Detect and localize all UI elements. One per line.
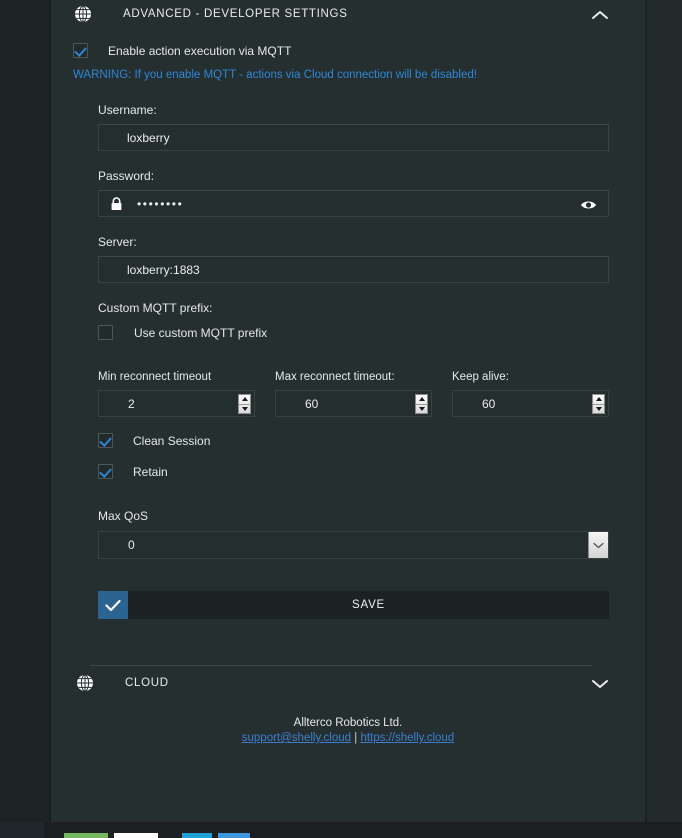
left-gutter: [0, 0, 49, 822]
min-reconnect-timeout-label: Min reconnect timeout: [98, 371, 255, 383]
keep-alive-value: 60: [453, 397, 495, 411]
os-taskbar[interactable]: [0, 822, 682, 838]
lock-icon: [110, 197, 123, 211]
taskbar-window-item[interactable]: [64, 833, 108, 838]
timeouts-row: Min reconnect timeout 2 Max reconnect ti…: [98, 371, 609, 417]
taskbar-window-item[interactable]: [218, 833, 250, 838]
min-reconnect-timeout-value: 2: [99, 397, 135, 411]
footer-separator: |: [354, 732, 357, 744]
eye-icon[interactable]: [580, 198, 597, 210]
right-pane: [647, 0, 682, 822]
app-screen: ADVANCED - DEVELOPER SETTINGS Enable act…: [0, 0, 682, 838]
footer-links: support@shelly.cloud | https://shelly.cl…: [51, 732, 645, 744]
footer-website-link[interactable]: https://shelly.cloud: [360, 732, 454, 744]
footer-company: Allterco Robotics Ltd.: [51, 717, 645, 729]
retain-row[interactable]: Retain: [98, 464, 609, 479]
username-input[interactable]: loxberry: [98, 124, 609, 151]
footer-email-link[interactable]: support@shelly.cloud: [242, 732, 351, 744]
password-input[interactable]: ••••••••: [98, 190, 609, 217]
keep-alive-stepper[interactable]: [592, 394, 605, 414]
password-label: Password:: [98, 169, 609, 183]
check-icon[interactable]: [98, 591, 128, 619]
enable-mqtt-label: Enable action execution via MQTT: [108, 44, 291, 58]
keep-alive-input[interactable]: 60: [452, 390, 609, 417]
stepper-up-icon[interactable]: [416, 395, 427, 404]
section-header-cloud[interactable]: CLOUD: [51, 666, 645, 700]
stepper-down-icon[interactable]: [593, 404, 604, 414]
max-qos-select[interactable]: 0: [98, 531, 609, 559]
section-title: ADVANCED - DEVELOPER SETTINGS: [123, 8, 348, 20]
use-custom-prefix-checkbox[interactable]: [98, 325, 113, 340]
cloud-section-title: CLOUD: [125, 677, 169, 689]
section-body: Enable action execution via MQTT WARNING…: [51, 43, 645, 666]
server-value: loxberry:1883: [99, 263, 200, 277]
enable-mqtt-checkbox[interactable]: [73, 43, 88, 58]
clean-session-label: Clean Session: [133, 434, 210, 448]
min-reconnect-timeout-field: Min reconnect timeout 2: [98, 371, 255, 417]
keep-alive-label: Keep alive:: [452, 371, 609, 383]
max-reconnect-timeout-field: Max reconnect timeout: 60: [275, 371, 432, 417]
min-reconnect-timeout-input[interactable]: 2: [98, 390, 255, 417]
enable-mqtt-row[interactable]: Enable action execution via MQTT: [73, 43, 609, 58]
footer: Allterco Robotics Ltd. support@shelly.cl…: [51, 717, 645, 744]
keep-alive-field: Keep alive: 60: [452, 371, 609, 417]
taskbar-window-item[interactable]: [114, 833, 158, 838]
max-reconnect-timeout-label: Max reconnect timeout:: [275, 371, 432, 383]
save-row[interactable]: SAVE: [98, 591, 609, 619]
stepper-up-icon[interactable]: [593, 395, 604, 404]
taskbar-start-button[interactable]: [0, 822, 44, 838]
username-value: loxberry: [99, 131, 170, 145]
stepper-up-icon[interactable]: [239, 395, 250, 404]
min-reconnect-timeout-stepper[interactable]: [238, 394, 251, 414]
globe-icon: [76, 674, 94, 692]
max-reconnect-timeout-stepper[interactable]: [415, 394, 428, 414]
max-qos-label: Max QoS: [98, 509, 609, 523]
server-input[interactable]: loxberry:1883: [98, 256, 609, 283]
max-reconnect-timeout-input[interactable]: 60: [275, 390, 432, 417]
section-header-advanced[interactable]: ADVANCED - DEVELOPER SETTINGS: [51, 0, 645, 28]
server-label: Server:: [98, 235, 609, 249]
password-value: ••••••••: [137, 197, 183, 211]
stepper-down-icon[interactable]: [416, 404, 427, 414]
use-custom-prefix-label: Use custom MQTT prefix: [134, 326, 267, 340]
save-button[interactable]: SAVE: [128, 591, 609, 619]
globe-icon: [74, 5, 92, 23]
retain-checkbox[interactable]: [98, 464, 113, 479]
clean-session-row[interactable]: Clean Session: [98, 433, 609, 448]
use-custom-prefix-row[interactable]: Use custom MQTT prefix: [98, 325, 609, 340]
clean-session-checkbox[interactable]: [98, 433, 113, 448]
max-qos-value: 0: [99, 538, 135, 552]
settings-panel: ADVANCED - DEVELOPER SETTINGS Enable act…: [51, 0, 645, 822]
max-reconnect-timeout-value: 60: [276, 397, 318, 411]
custom-prefix-label: Custom MQTT prefix:: [98, 301, 609, 315]
retain-label: Retain: [133, 465, 168, 479]
username-label: Username:: [98, 103, 609, 117]
chevron-down-icon[interactable]: [588, 532, 608, 558]
stepper-down-icon[interactable]: [239, 404, 250, 414]
chevron-up-icon[interactable]: [591, 8, 609, 20]
chevron-down-icon[interactable]: [591, 677, 609, 689]
mqtt-warning-text: WARNING: If you enable MQTT - actions vi…: [73, 69, 609, 81]
taskbar-window-item[interactable]: [182, 833, 212, 838]
